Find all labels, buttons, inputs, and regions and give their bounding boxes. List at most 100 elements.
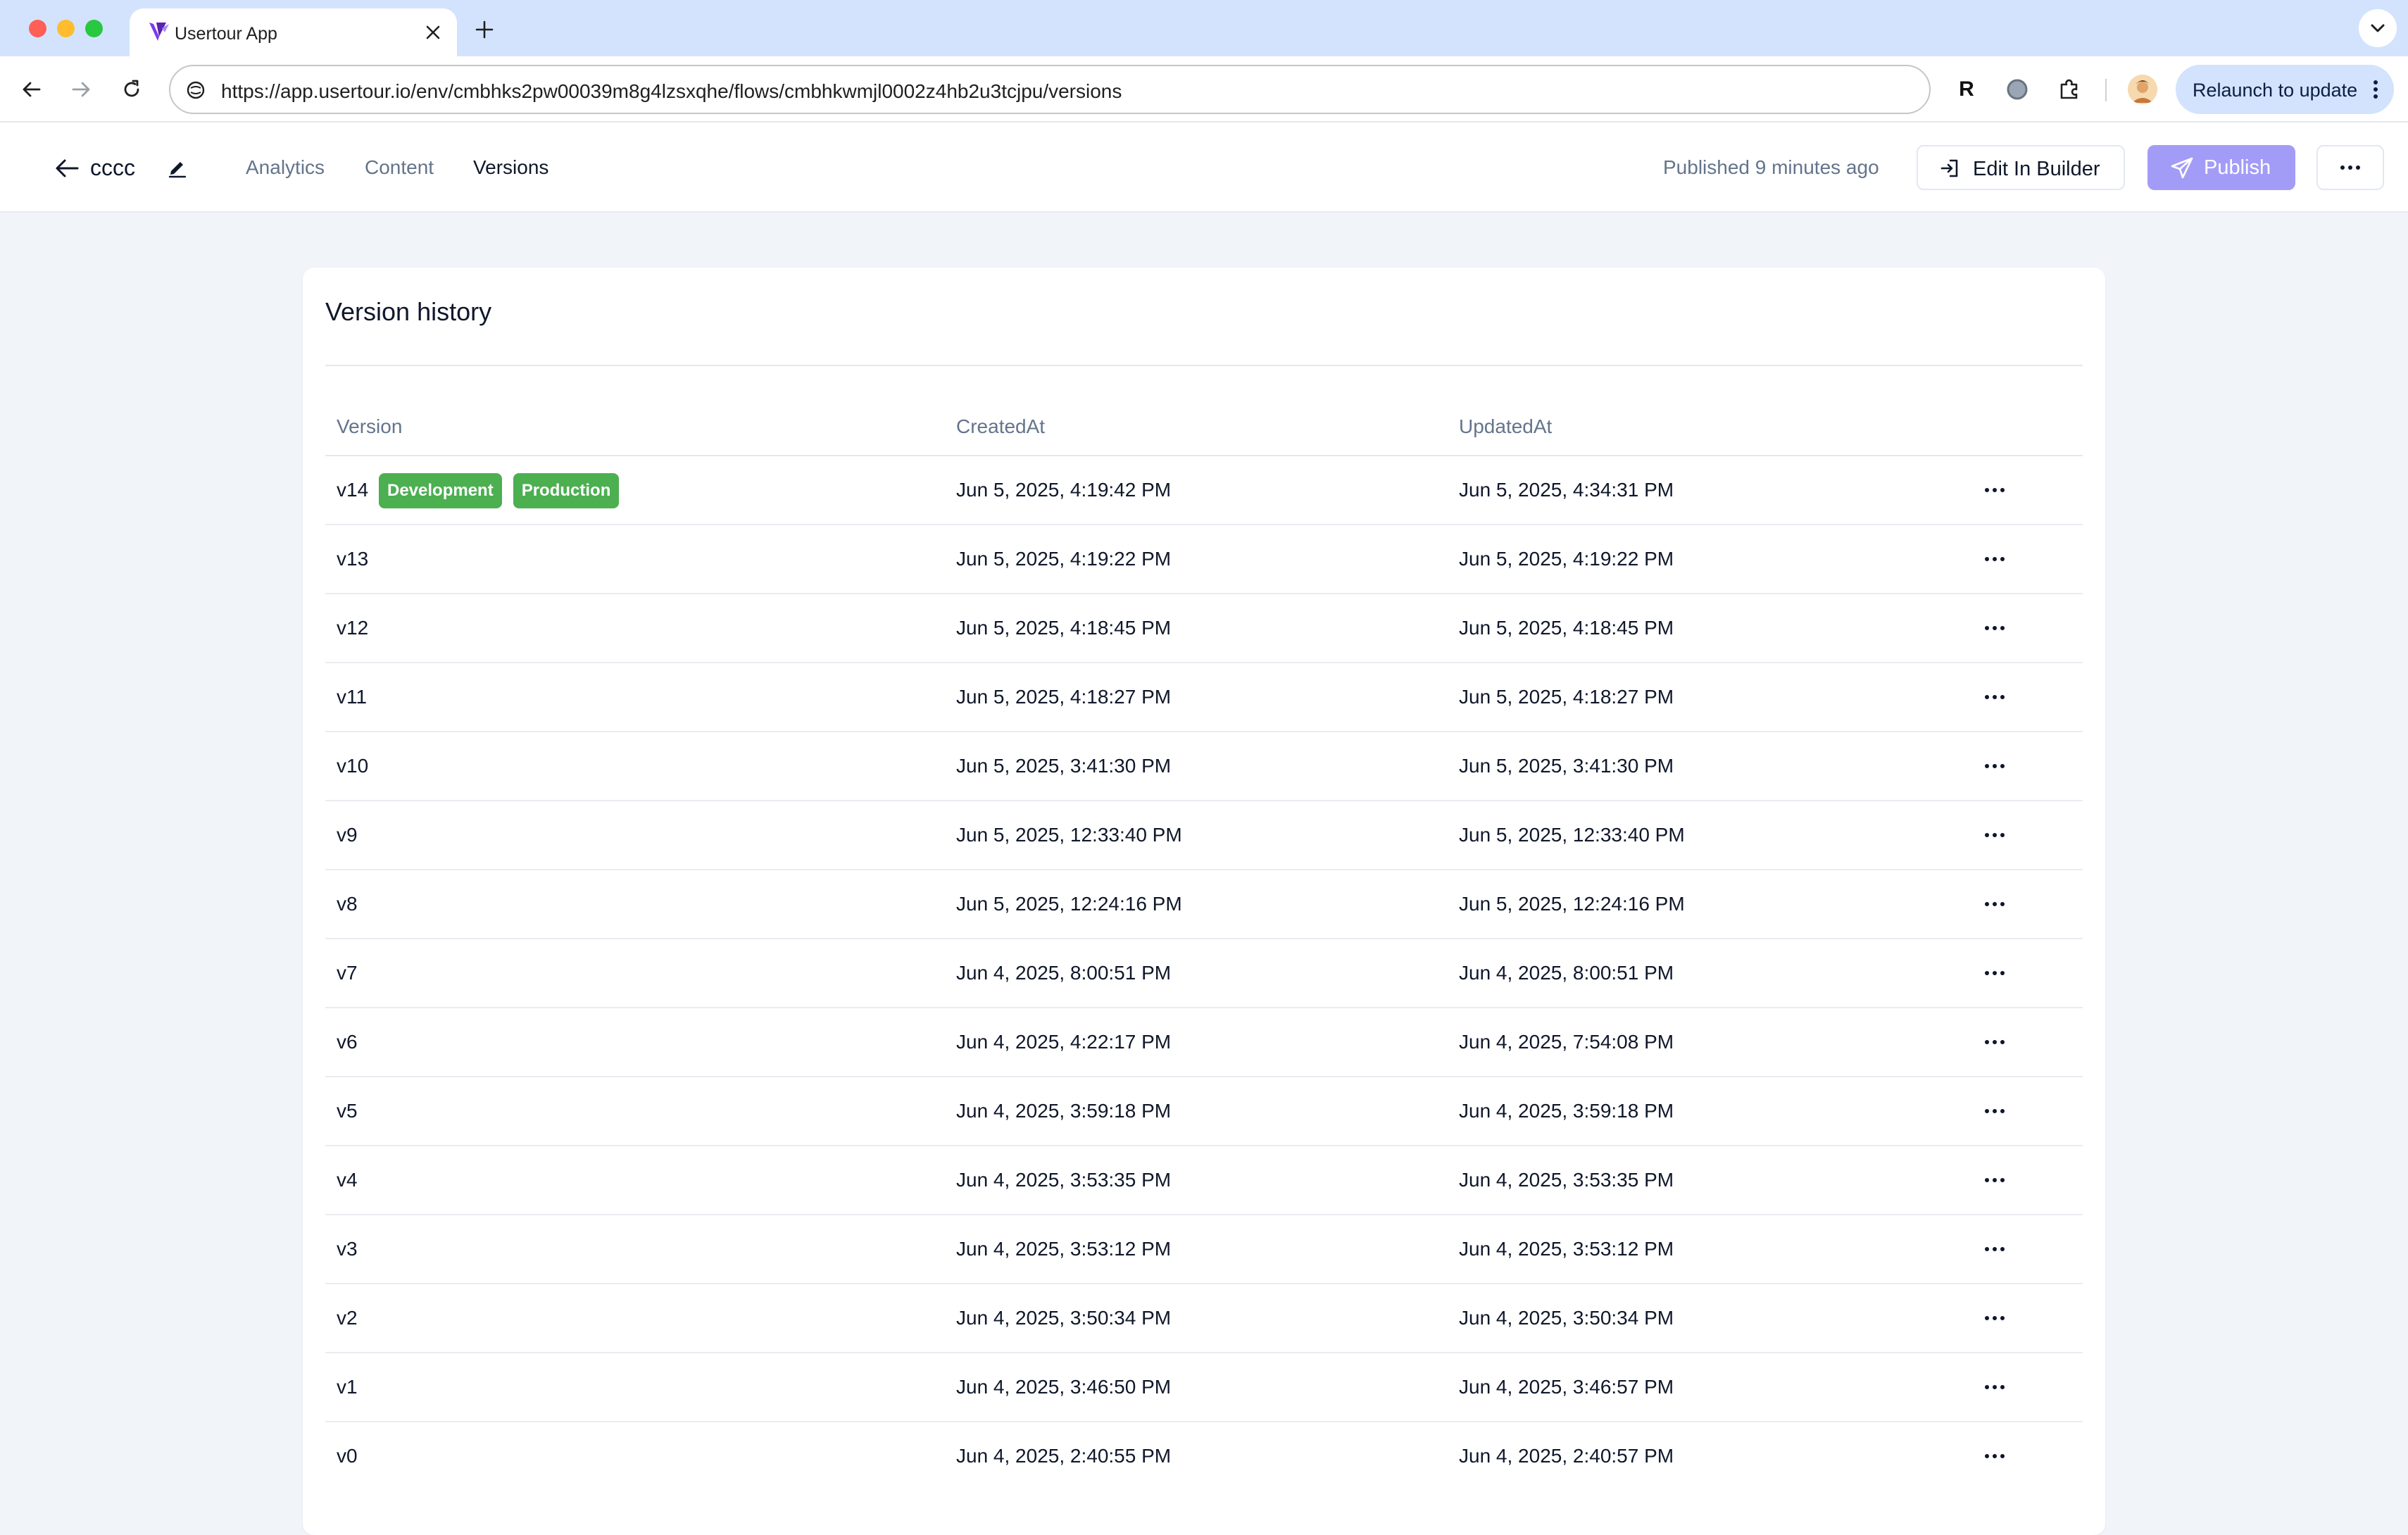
created-at: Jun 5, 2025, 3:41:30 PM	[956, 755, 1172, 777]
flow-name: cccc	[90, 155, 135, 180]
table-row[interactable]: v13 Jun 5, 2025, 4:19:22 PM Jun 5, 2025, 4…	[325, 525, 2083, 594]
extension-circle-icon[interactable]	[2001, 73, 2033, 106]
table-row[interactable]: v2 Jun 4, 2025, 3:50:34 PM Jun 4, 2025, 3:…	[325, 1284, 2083, 1353]
created-at: Jun 4, 2025, 3:59:18 PM	[956, 1100, 1172, 1122]
version-label: v1	[337, 1376, 358, 1398]
table-header: Version CreatedAt UpdatedAt	[325, 408, 2083, 456]
ellipsis-icon[interactable]	[1977, 821, 2012, 849]
pencil-icon[interactable]	[163, 154, 192, 182]
more-options-button[interactable]	[2316, 145, 2384, 190]
ellipsis-icon[interactable]	[1977, 752, 2012, 780]
updated-at: Jun 4, 2025, 3:50:34 PM	[1459, 1307, 1674, 1329]
version-label: v2	[337, 1307, 358, 1329]
edit-in-builder-label: Edit In Builder	[1973, 158, 2100, 180]
updated-at: Jun 4, 2025, 3:59:18 PM	[1459, 1100, 1674, 1122]
tab-content[interactable]: Content	[365, 156, 434, 179]
ellipsis-icon[interactable]	[1977, 890, 2012, 918]
created-at: Jun 5, 2025, 4:19:22 PM	[956, 548, 1172, 570]
ellipsis-icon[interactable]	[1977, 959, 2012, 987]
publish-label: Publish	[2204, 156, 2271, 179]
ellipsis-icon[interactable]	[1977, 1442, 2012, 1470]
edit-in-builder-button[interactable]: Edit In Builder	[1917, 145, 2125, 190]
created-at: Jun 5, 2025, 4:19:42 PM	[956, 479, 1172, 501]
created-at: Jun 4, 2025, 3:53:12 PM	[956, 1238, 1172, 1260]
relaunch-to-update-button[interactable]: Relaunch to update	[2176, 65, 2394, 114]
table-body: v14 Development Production Jun 5, 2025, 4:1…	[325, 456, 2083, 1491]
toolbar-separator	[2105, 79, 2107, 101]
ellipsis-icon[interactable]	[1977, 545, 2012, 573]
updated-at: Jun 5, 2025, 4:18:27 PM	[1459, 686, 1674, 708]
environment-badges: Development Production	[379, 473, 620, 508]
table-row[interactable]: v4 Jun 4, 2025, 3:53:35 PM Jun 4, 2025, 3:…	[325, 1146, 2083, 1215]
created-at: Jun 4, 2025, 3:53:35 PM	[956, 1169, 1172, 1191]
browser-tab-title: Usertour App	[175, 24, 277, 44]
table-row[interactable]: v9 Jun 5, 2025, 12:33:40 PM Jun 5, 2025, 1…	[325, 801, 2083, 870]
table-row[interactable]: v12 Jun 5, 2025, 4:18:45 PM Jun 5, 2025, 4…	[325, 594, 2083, 663]
ellipsis-icon[interactable]	[1977, 1166, 2012, 1194]
extension-r-icon[interactable]: R	[1950, 73, 1983, 106]
tab-analytics[interactable]: Analytics	[246, 156, 325, 179]
sign-in-icon	[1939, 158, 1960, 179]
extensions-puzzle-icon[interactable]	[2053, 73, 2086, 106]
production-badge: Production	[513, 473, 620, 508]
divider	[325, 365, 2083, 366]
ellipsis-icon[interactable]	[1977, 1373, 2012, 1401]
table-row[interactable]: v6 Jun 4, 2025, 4:22:17 PM Jun 4, 2025, 7:…	[325, 1008, 2083, 1077]
created-at: Jun 5, 2025, 12:24:16 PM	[956, 893, 1182, 915]
window-close-button[interactable]	[29, 20, 46, 37]
back-arrow-icon[interactable]	[14, 72, 49, 107]
ellipsis-icon[interactable]	[1977, 1304, 2012, 1332]
version-label: v9	[337, 824, 358, 846]
created-at: Jun 4, 2025, 3:46:50 PM	[956, 1376, 1172, 1398]
updated-at: Jun 4, 2025, 8:00:51 PM	[1459, 962, 1674, 984]
table-row[interactable]: v14 Development Production Jun 5, 2025, 4:1…	[325, 456, 2083, 525]
address-bar[interactable]: https://app.usertour.io/env/cmbhks2pw000…	[169, 65, 1931, 114]
ellipsis-icon[interactable]	[1977, 1028, 2012, 1056]
table-row[interactable]: v7 Jun 4, 2025, 8:00:51 PM Jun 4, 2025, 8:…	[325, 939, 2083, 1008]
updated-at: Jun 4, 2025, 3:46:57 PM	[1459, 1376, 1674, 1398]
version-history-card: Version history Version CreatedAt Update…	[303, 268, 2105, 1535]
ellipsis-icon[interactable]	[1977, 683, 2012, 711]
table-row[interactable]: v10 Jun 5, 2025, 3:41:30 PM Jun 5, 2025, 3…	[325, 732, 2083, 801]
site-info-icon[interactable]	[180, 75, 211, 106]
development-badge: Development	[379, 473, 502, 508]
profile-avatar[interactable]	[2128, 75, 2157, 104]
paper-plane-icon	[2170, 156, 2194, 180]
window-zoom-button[interactable]	[85, 20, 103, 37]
arrow-left-icon[interactable]	[51, 152, 83, 184]
version-label: v13	[337, 548, 369, 570]
updated-at: Jun 5, 2025, 4:34:31 PM	[1459, 479, 1674, 501]
new-tab-plus-icon[interactable]	[469, 14, 500, 45]
ellipsis-icon[interactable]	[1977, 1235, 2012, 1263]
table-row[interactable]: v0 Jun 4, 2025, 2:40:55 PM Jun 4, 2025, 2:…	[325, 1422, 2083, 1491]
version-label: v6	[337, 1031, 358, 1053]
version-label: v8	[337, 893, 358, 915]
table-row[interactable]: v1 Jun 4, 2025, 3:46:50 PM Jun 4, 2025, 3:…	[325, 1353, 2083, 1422]
ellipsis-icon[interactable]	[1977, 614, 2012, 642]
created-at: Jun 4, 2025, 3:50:34 PM	[956, 1307, 1172, 1329]
close-tab-icon[interactable]	[419, 18, 447, 46]
updated-at: Jun 4, 2025, 3:53:12 PM	[1459, 1238, 1674, 1260]
forward-arrow-icon[interactable]	[63, 72, 99, 107]
updated-at: Jun 4, 2025, 2:40:57 PM	[1459, 1445, 1674, 1467]
version-label: v10	[337, 755, 369, 777]
updated-at: Jun 4, 2025, 3:53:35 PM	[1459, 1169, 1674, 1191]
table-row[interactable]: v11 Jun 5, 2025, 4:18:27 PM Jun 5, 2025, 4…	[325, 663, 2083, 732]
browser-tab-active[interactable]: Usertour App	[130, 8, 457, 56]
updated-at: Jun 5, 2025, 4:18:45 PM	[1459, 617, 1674, 639]
tab-search-chevron-icon[interactable]	[2359, 9, 2397, 47]
window-minimize-button[interactable]	[57, 20, 75, 37]
created-at: Jun 5, 2025, 4:18:45 PM	[956, 617, 1172, 639]
reload-icon[interactable]	[114, 72, 149, 107]
created-at: Jun 4, 2025, 4:22:17 PM	[956, 1031, 1172, 1053]
ellipsis-icon[interactable]	[1977, 476, 2012, 504]
version-label: v14	[337, 479, 369, 501]
created-at: Jun 5, 2025, 12:33:40 PM	[956, 824, 1182, 846]
tab-versions[interactable]: Versions	[473, 156, 548, 179]
publish-button[interactable]: Publish	[2147, 145, 2295, 190]
table-row[interactable]: v5 Jun 4, 2025, 3:59:18 PM Jun 4, 2025, 3:…	[325, 1077, 2083, 1146]
ellipsis-icon[interactable]	[1977, 1097, 2012, 1125]
address-url: https://app.usertour.io/env/cmbhks2pw000…	[221, 80, 1122, 102]
table-row[interactable]: v3 Jun 4, 2025, 3:53:12 PM Jun 4, 2025, 3:…	[325, 1215, 2083, 1284]
table-row[interactable]: v8 Jun 5, 2025, 12:24:16 PM Jun 5, 2025, 1…	[325, 870, 2083, 939]
